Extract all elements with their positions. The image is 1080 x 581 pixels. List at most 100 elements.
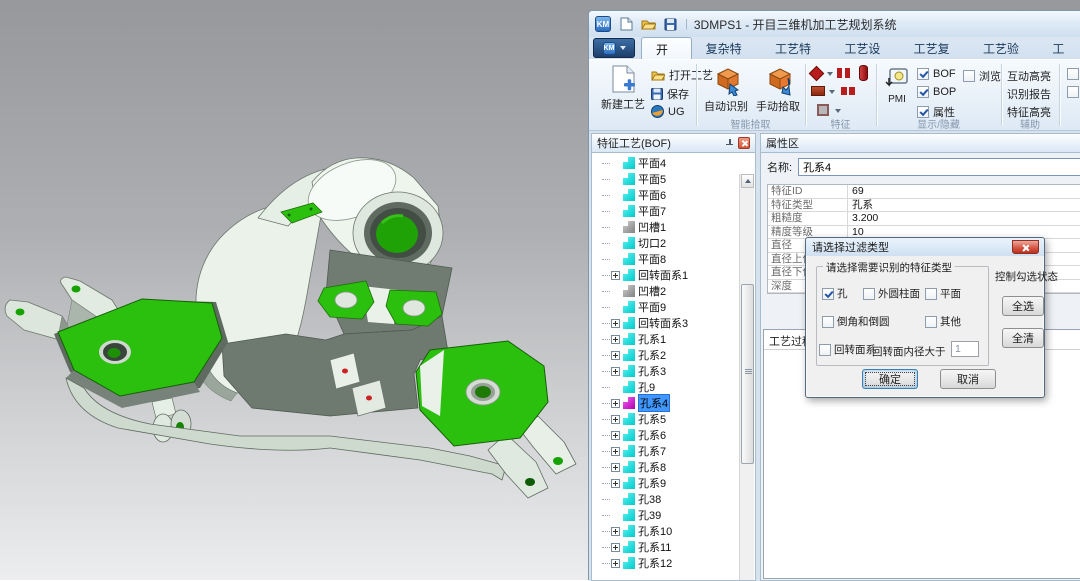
tree-item[interactable]: 孔系2 <box>592 347 740 363</box>
ribbon-tab[interactable]: 开始 <box>641 37 692 59</box>
tree-item[interactable]: 孔系12 <box>592 555 740 571</box>
expand-toggle-icon[interactable] <box>611 271 620 280</box>
dialog-close-button[interactable] <box>1012 240 1039 254</box>
expand-toggle-icon[interactable] <box>611 319 620 328</box>
tree-item[interactable]: 平面7 <box>592 203 740 219</box>
application-menu-button[interactable]: KM <box>593 38 635 58</box>
ribbon-tab[interactable]: 工艺验证 <box>969 37 1038 59</box>
property-row[interactable]: 特征ID 69 <box>768 185 1080 199</box>
part-model[interactable] <box>0 0 588 580</box>
tree-scrollbar[interactable] <box>739 174 754 581</box>
tree-item[interactable]: 孔39 <box>592 507 740 523</box>
checkbox-icon[interactable] <box>925 316 937 328</box>
tree-item[interactable]: 回转面系1 <box>592 267 740 283</box>
expand-toggle-icon[interactable] <box>611 367 620 376</box>
bop-checkbox[interactable]: BOP <box>917 86 956 98</box>
outer-cylinder-checkbox[interactable]: 外圆柱面 <box>863 286 920 301</box>
save-button[interactable]: 保存 <box>651 86 689 102</box>
expand-toggle-icon[interactable] <box>611 415 620 424</box>
ribbon-tab[interactable]: 工具 <box>1038 37 1080 59</box>
property-row[interactable]: 粗糙度 3.200 <box>768 212 1080 226</box>
close-icon[interactable] <box>738 137 750 149</box>
ribbon-tab[interactable]: 工艺复用 <box>900 37 969 59</box>
chamfer-fillet-checkbox[interactable]: 倒角和倒圆 <box>822 314 890 329</box>
checkbox-icon[interactable] <box>863 288 875 300</box>
other-checkbox[interactable]: 其他 <box>925 314 961 329</box>
tree-item[interactable]: 孔系1 <box>592 331 740 347</box>
expand-toggle-icon[interactable] <box>611 335 620 344</box>
checkbox-icon[interactable] <box>917 86 929 98</box>
tree-item[interactable]: 平面6 <box>592 187 740 203</box>
bof-checkbox[interactable]: BOF <box>917 68 956 80</box>
recognition-report-button[interactable]: 识别报告 <box>1007 86 1051 102</box>
save-icon[interactable] <box>661 15 679 33</box>
property-row[interactable]: 特征类型 孔系 <box>768 199 1080 213</box>
browse-checkbox[interactable]: 浏览 <box>963 68 1001 84</box>
feature-box-icon[interactable] <box>811 86 825 96</box>
expand-toggle-icon[interactable] <box>611 431 620 440</box>
manual-pick-button[interactable]: 手动拾取 <box>753 64 803 114</box>
feature-bars-icon[interactable] <box>837 68 842 78</box>
feature-square-icon[interactable] <box>817 104 829 116</box>
tree-item[interactable]: 平面9 <box>592 299 740 315</box>
tree-item[interactable]: 孔系9 <box>592 475 740 491</box>
open-folder-icon[interactable] <box>639 15 657 33</box>
tree-item[interactable]: 孔38 <box>592 491 740 507</box>
pin-icon[interactable] <box>725 139 734 148</box>
clear-all-button[interactable]: 全清 <box>1002 328 1044 348</box>
tree-item[interactable]: 孔9 <box>592 379 740 395</box>
checkbox-icon[interactable] <box>822 316 834 328</box>
cutoff-checkbox[interactable] <box>1067 68 1079 80</box>
tree-item[interactable]: 平面8 <box>592 251 740 267</box>
select-all-button[interactable]: 全选 <box>1002 296 1044 316</box>
tree-item[interactable]: 孔系10 <box>592 523 740 539</box>
ug-button[interactable]: UG <box>651 105 685 118</box>
ribbon-tab[interactable]: 复杂特征 <box>692 37 761 59</box>
feature-diamond-icon[interactable] <box>809 66 825 82</box>
dialog-title-bar[interactable]: 请选择过滤类型 <box>806 238 1044 256</box>
ok-button[interactable]: 确定 <box>862 369 918 389</box>
cancel-button[interactable]: 取消 <box>940 369 996 389</box>
tree-item[interactable]: 孔系7 <box>592 443 740 459</box>
checkbox-icon[interactable] <box>917 68 929 80</box>
cutoff-checkbox[interactable] <box>1067 86 1079 98</box>
interactive-highlight-button[interactable]: 互动高亮 <box>1007 68 1051 84</box>
expand-toggle-icon[interactable] <box>611 447 620 456</box>
hole-checkbox[interactable]: 孔 <box>822 286 848 301</box>
checkbox-icon[interactable] <box>1067 86 1079 98</box>
chevron-down-icon[interactable] <box>829 90 835 94</box>
title-bar[interactable]: KM | 3DMPS1 - 开目三维机加工艺规划系统 <box>589 11 1080 37</box>
tree-item[interactable]: 孔系3 <box>592 363 740 379</box>
chevron-down-icon[interactable] <box>827 72 833 76</box>
expand-toggle-icon[interactable] <box>611 559 620 568</box>
scrollbar-thumb[interactable] <box>741 284 754 464</box>
new-process-button[interactable]: 新建工艺 <box>597 64 649 112</box>
tree-item[interactable]: 孔系4 <box>592 395 740 411</box>
expand-toggle-icon[interactable] <box>611 351 620 360</box>
checkbox-icon[interactable] <box>822 288 834 300</box>
chevron-down-icon[interactable] <box>835 109 841 113</box>
feature-pair-icon[interactable] <box>841 87 847 95</box>
ribbon-tab[interactable]: 工艺特征 <box>761 37 830 59</box>
auto-recognize-button[interactable]: 自动识别 <box>701 64 751 114</box>
scroll-up-button[interactable] <box>741 174 754 188</box>
expand-toggle-icon[interactable] <box>611 399 620 408</box>
tree-item[interactable]: 凹槽2 <box>592 283 740 299</box>
expand-toggle-icon[interactable] <box>611 479 620 488</box>
inner-diameter-input[interactable] <box>951 341 979 357</box>
checkbox-icon[interactable] <box>925 288 937 300</box>
tree-item[interactable]: 孔系8 <box>592 459 740 475</box>
tree-item[interactable]: 孔系5 <box>592 411 740 427</box>
feature-cylinder-icon[interactable] <box>859 65 868 81</box>
pmi-button[interactable]: PMI <box>881 66 913 105</box>
tree-item[interactable]: 孔系11 <box>592 539 740 555</box>
revolved-face-checkbox[interactable]: 回转面系 <box>819 342 876 357</box>
checkbox-icon[interactable] <box>819 344 831 356</box>
plane-checkbox[interactable]: 平面 <box>925 286 961 301</box>
tree-item[interactable]: 孔系6 <box>592 427 740 443</box>
expand-toggle-icon[interactable] <box>611 463 620 472</box>
ribbon-tab[interactable]: 工艺设计 <box>830 37 899 59</box>
tree-item[interactable]: 平面4 <box>592 155 740 171</box>
tree-item[interactable]: 切口2 <box>592 235 740 251</box>
tree-item[interactable]: 凹槽1 <box>592 219 740 235</box>
